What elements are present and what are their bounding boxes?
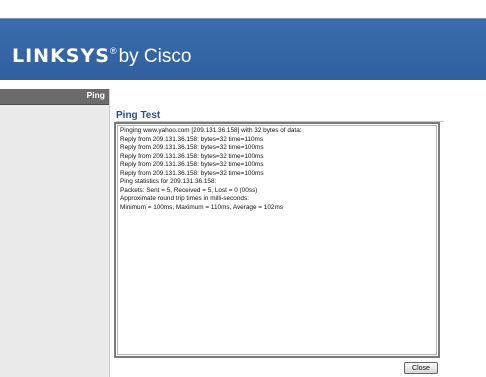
top-bar: [0, 0, 486, 18]
sidebar: Ping: [0, 89, 109, 377]
output-line: Pinging www.yahoo.com [209.131.36.158] w…: [120, 127, 302, 134]
output-line: Reply from 209.131.36.158: bytes=32 time…: [120, 161, 264, 168]
close-button[interactable]: Close: [404, 362, 438, 374]
ping-output-box[interactable]: Pinging www.yahoo.com [209.131.36.158] w…: [114, 122, 440, 358]
logo-by-cisco: by Cisco: [118, 46, 192, 67]
ping-output-text: Pinging www.yahoo.com [209.131.36.158] w…: [117, 125, 437, 355]
output-line: Reply from 209.131.36.158: bytes=32 time…: [120, 152, 264, 160]
logo-registered-mark: ®: [109, 46, 117, 56]
linksys-logo: LINKSYS® by Cisco: [12, 45, 191, 68]
sidebar-item-label: Ping: [86, 90, 105, 100]
header-banner: LINKSYS® by Cisco: [0, 18, 486, 81]
output-line: Approximate round trip times in milli-se…: [120, 195, 249, 202]
output-line: Reply from 209.131.36.158: bytes=32 time…: [120, 169, 264, 177]
page-title: Ping Test: [116, 110, 161, 121]
output-line: Ping statistics for 209.131.36.158:: [120, 178, 217, 185]
output-line: Packets: Sent = 5, Received = 5, Lost = …: [120, 186, 258, 194]
header-divider: [0, 80, 486, 89]
logo-wordmark: LINKSYS: [12, 45, 110, 67]
output-line: Minimum = 100ms, Maximum = 110ms, Averag…: [120, 203, 283, 211]
output-line: Reply from 209.131.36.158: bytes=32 time…: [120, 135, 264, 143]
sidebar-item-ping: Ping: [0, 89, 109, 105]
output-line: Reply from 209.131.36.158: bytes=32 time…: [120, 144, 264, 151]
